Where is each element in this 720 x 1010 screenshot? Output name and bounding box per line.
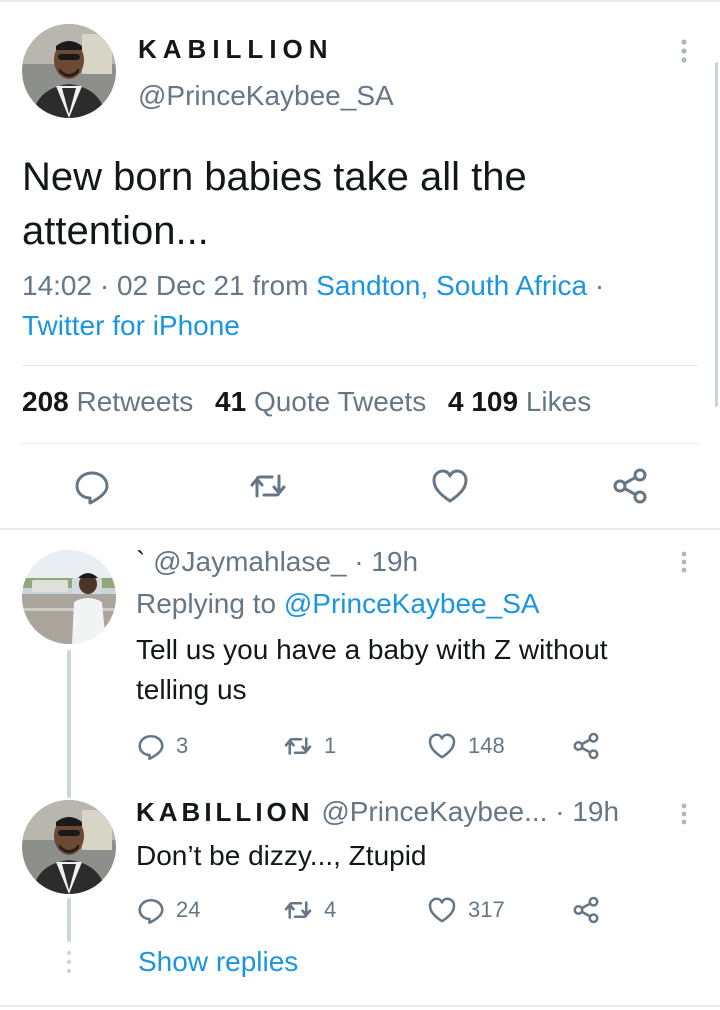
thread-line <box>67 898 71 942</box>
meta-separator: · <box>594 270 605 301</box>
divider <box>22 365 698 366</box>
reply-icon[interactable] <box>72 466 112 506</box>
reply-text: Tell us you have a baby with Z without t… <box>136 634 608 705</box>
more-options-icon[interactable] <box>674 550 694 574</box>
retweet-button[interactable]: 4 <box>282 894 336 926</box>
retweets-count: 208 <box>22 386 69 417</box>
like-button[interactable]: 317 <box>426 894 505 926</box>
reply-author-prefix: ` <box>136 546 146 577</box>
reply-avatar[interactable] <box>22 550 116 644</box>
from-word: from <box>252 270 309 301</box>
reply-header: KABILLION @PrinceKaybee... · 19h <box>136 796 619 828</box>
retweet-icon <box>284 737 312 755</box>
share-button[interactable] <box>570 730 612 762</box>
quotes-label: Quote Tweets <box>253 386 427 417</box>
share-icon[interactable] <box>610 466 650 506</box>
show-replies-link[interactable]: Show replies <box>138 946 298 978</box>
section-divider <box>0 528 720 530</box>
retweets-label: Retweets <box>76 386 194 417</box>
tweet-stats: 208 Retweets 41 Quote Tweets 4 109 Likes <box>22 386 605 418</box>
likes-stat[interactable]: 4 109 Likes <box>448 386 591 417</box>
like-count: 148 <box>468 733 505 758</box>
reply-handle[interactable]: @Jaymahlase_ <box>153 546 346 577</box>
meta-separator: · <box>555 796 573 827</box>
reply-count: 3 <box>176 733 189 758</box>
retweet-button[interactable]: 1 <box>282 730 336 762</box>
scrollbar[interactable] <box>715 62 718 407</box>
meta-separator: · <box>354 546 372 577</box>
retweet-icon[interactable] <box>248 466 288 506</box>
quotes-count: 41 <box>215 386 247 417</box>
replying-to-handle[interactable]: @PrinceKaybee_SA <box>284 588 540 619</box>
like-icon[interactable] <box>430 466 470 506</box>
reply-button[interactable]: 24 <box>136 894 200 926</box>
retweet-icon <box>284 901 312 919</box>
like-icon <box>428 733 456 759</box>
tweet-text: New born babies take all the attention..… <box>22 155 527 253</box>
more-options-icon[interactable] <box>672 38 696 64</box>
reply-time: 19h <box>371 546 419 577</box>
author-avatar[interactable] <box>22 24 116 118</box>
thread-continuation-dots <box>66 950 72 974</box>
retweet-count: 1 <box>324 733 337 758</box>
reply-header: ` @Jaymahlase_ · 19h <box>136 546 418 578</box>
replying-to-label: Replying to <box>136 588 277 619</box>
reply-text: Don’t be dizzy..., Ztupid <box>136 840 427 871</box>
meta-separator: · <box>99 270 117 301</box>
thread-line <box>67 650 71 798</box>
replying-to: Replying to @PrinceKaybee_SA <box>136 588 540 620</box>
share-icon <box>573 896 599 924</box>
reply-author-name[interactable]: KABILLION <box>136 797 314 827</box>
tweet-client-link[interactable]: Twitter for iPhone <box>22 310 240 341</box>
share-button[interactable] <box>570 894 612 926</box>
reply-count: 24 <box>176 897 201 922</box>
tweet-date: 02 Dec 21 <box>116 270 245 301</box>
tweet-action-bar <box>0 466 720 510</box>
reply-avatar[interactable] <box>22 800 116 894</box>
like-button[interactable]: 148 <box>426 730 505 762</box>
author-handle[interactable]: @PrinceKaybee_SA <box>138 80 394 112</box>
retweet-count: 4 <box>324 897 337 922</box>
top-divider <box>0 0 720 2</box>
likes-label: Likes <box>525 386 592 417</box>
reply-handle[interactable]: @PrinceKaybee... <box>321 796 547 827</box>
tweet-meta: 14:02 · 02 Dec 21 from Sandton, South Af… <box>22 266 692 346</box>
likes-count: 4 109 <box>447 386 519 417</box>
like-icon <box>428 897 456 923</box>
reply-icon <box>138 734 164 761</box>
author-display-name[interactable]: KABILLION <box>138 34 334 65</box>
reply-time: 19h <box>572 796 620 827</box>
reply-icon <box>138 898 164 925</box>
more-options-icon[interactable] <box>674 802 694 826</box>
retweets-stat[interactable]: 208 Retweets <box>22 386 193 417</box>
share-icon <box>573 732 599 760</box>
divider <box>22 443 698 444</box>
tweet-location-link[interactable]: Sandton, South Africa <box>316 270 587 301</box>
like-count: 317 <box>468 897 505 922</box>
reply-button[interactable]: 3 <box>136 730 188 762</box>
tweet-time: 14:02 <box>22 270 93 301</box>
quote-tweets-stat[interactable]: 41 Quote Tweets <box>215 386 426 417</box>
bottom-divider <box>0 1005 720 1007</box>
